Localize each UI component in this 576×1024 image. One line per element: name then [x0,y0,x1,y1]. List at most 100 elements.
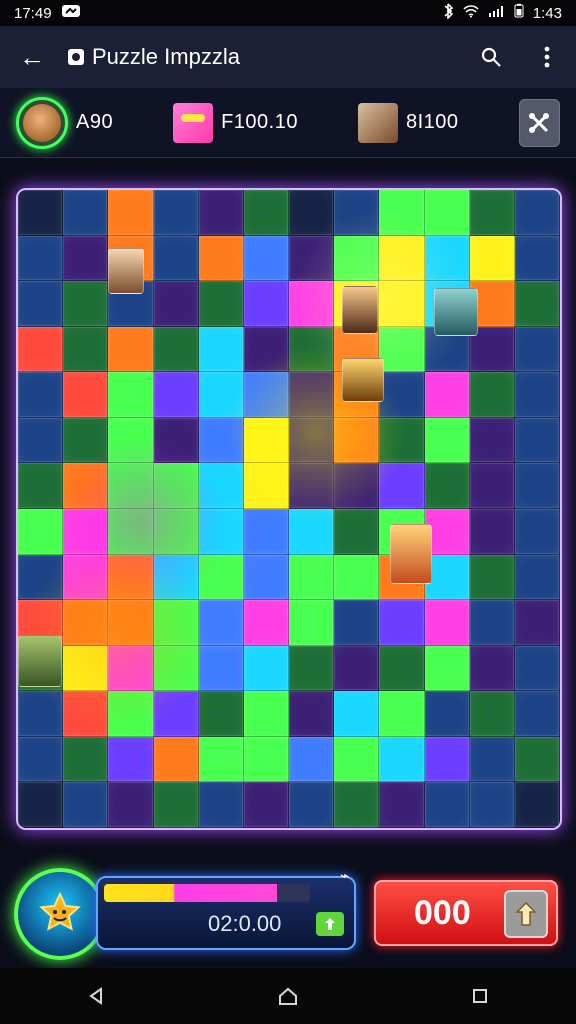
puzzle-piece[interactable] [18,417,64,464]
puzzle-piece[interactable] [243,645,289,692]
puzzle-piece[interactable] [153,736,199,783]
puzzle-piece[interactable] [379,645,425,692]
close-mini-icon[interactable]: ⌁ [340,866,358,885]
character-piece-4[interactable] [18,635,62,687]
puzzle-piece[interactable] [514,554,560,601]
puzzle-piece[interactable] [63,600,109,646]
puzzle-piece[interactable] [18,554,64,601]
puzzle-piece[interactable] [424,736,470,783]
puzzle-piece[interactable] [153,372,199,418]
puzzle-piece[interactable] [18,691,64,737]
character-piece-3[interactable] [390,524,432,584]
puzzle-piece[interactable] [469,235,515,282]
nav-recents-button[interactable] [460,976,500,1016]
puzzle-piece[interactable] [469,417,515,464]
puzzle-piece[interactable] [153,463,199,509]
puzzle-piece[interactable] [469,645,515,692]
puzzle-piece[interactable] [469,372,515,418]
puzzle-piece[interactable] [243,691,289,737]
puzzle-piece[interactable] [379,691,425,737]
back-button[interactable]: ← [14,39,50,75]
puzzle-piece[interactable] [424,645,470,692]
puzzle-piece[interactable] [63,509,109,555]
puzzle-piece[interactable] [198,782,244,828]
puzzle-piece[interactable] [198,326,244,373]
puzzle-piece[interactable] [379,463,425,509]
puzzle-piece[interactable] [243,190,289,236]
puzzle-piece[interactable] [63,463,109,509]
puzzle-piece[interactable] [243,463,289,509]
puzzle-piece[interactable] [18,509,64,555]
puzzle-piece[interactable] [243,509,289,555]
puzzle-piece[interactable] [18,463,64,509]
puzzle-piece[interactable] [424,372,470,418]
puzzle-piece[interactable] [334,782,380,828]
puzzle-piece[interactable] [289,600,335,646]
puzzle-piece[interactable] [289,463,335,509]
puzzle-piece[interactable] [108,554,154,601]
coin-button[interactable]: 000 [374,880,558,946]
puzzle-piece[interactable] [424,463,470,509]
puzzle-piece[interactable] [198,736,244,783]
puzzle-piece[interactable] [514,782,560,828]
puzzle-piece[interactable] [334,190,380,236]
puzzle-piece[interactable] [289,736,335,783]
puzzle-piece[interactable] [108,509,154,555]
puzzle-piece[interactable] [514,463,560,509]
puzzle-piece[interactable] [334,554,380,601]
puzzle-piece[interactable] [289,691,335,737]
puzzle-piece[interactable] [379,600,425,646]
puzzle-piece[interactable] [243,235,289,282]
puzzle-piece[interactable] [379,281,425,327]
puzzle-piece[interactable] [198,463,244,509]
puzzle-piece[interactable] [379,326,425,373]
puzzle-piece[interactable] [514,281,560,327]
puzzle-piece[interactable] [469,463,515,509]
puzzle-piece[interactable] [243,417,289,464]
character-piece-6[interactable] [434,288,478,336]
puzzle-piece[interactable] [334,736,380,783]
puzzle-piece[interactable] [153,281,199,327]
puzzle-piece[interactable] [153,190,199,236]
puzzle-piece[interactable] [469,736,515,783]
puzzle-piece[interactable] [108,190,154,236]
puzzle-piece[interactable] [63,691,109,737]
puzzle-piece[interactable] [514,417,560,464]
puzzle-piece[interactable] [63,736,109,783]
puzzle-piece[interactable] [18,235,64,282]
puzzle-piece[interactable] [424,235,470,282]
puzzle-piece[interactable] [198,372,244,418]
character-piece-2[interactable] [342,286,378,334]
puzzle-piece[interactable] [379,190,425,236]
puzzle-piece[interactable] [63,417,109,464]
puzzle-piece[interactable] [514,509,560,555]
puzzle-piece[interactable] [18,782,64,828]
puzzle-piece[interactable] [18,190,64,236]
puzzle-piece[interactable] [379,235,425,282]
puzzle-piece[interactable] [514,645,560,692]
puzzle-piece[interactable] [289,326,335,373]
puzzle-piece[interactable] [379,372,425,418]
puzzle-piece[interactable] [243,736,289,783]
puzzle-piece[interactable] [424,782,470,828]
puzzle-piece[interactable] [334,645,380,692]
puzzle-piece[interactable] [63,554,109,601]
puzzle-piece[interactable] [18,736,64,783]
puzzle-piece[interactable] [153,645,199,692]
puzzle-piece[interactable] [153,600,199,646]
puzzle-piece[interactable] [198,235,244,282]
puzzle-piece[interactable] [334,509,380,555]
puzzle-piece[interactable] [289,372,335,418]
puzzle-piece[interactable] [334,417,380,464]
puzzle-piece[interactable] [153,554,199,601]
puzzle-piece[interactable] [289,417,335,464]
puzzle-piece[interactable] [63,372,109,418]
puzzle-piece[interactable] [289,190,335,236]
puzzle-piece[interactable] [514,600,560,646]
puzzle-piece[interactable] [243,782,289,828]
puzzle-piece[interactable] [289,554,335,601]
puzzle-piece[interactable] [63,645,109,692]
puzzle-piece[interactable] [469,782,515,828]
puzzle-piece[interactable] [514,235,560,282]
more-button[interactable] [532,42,562,72]
